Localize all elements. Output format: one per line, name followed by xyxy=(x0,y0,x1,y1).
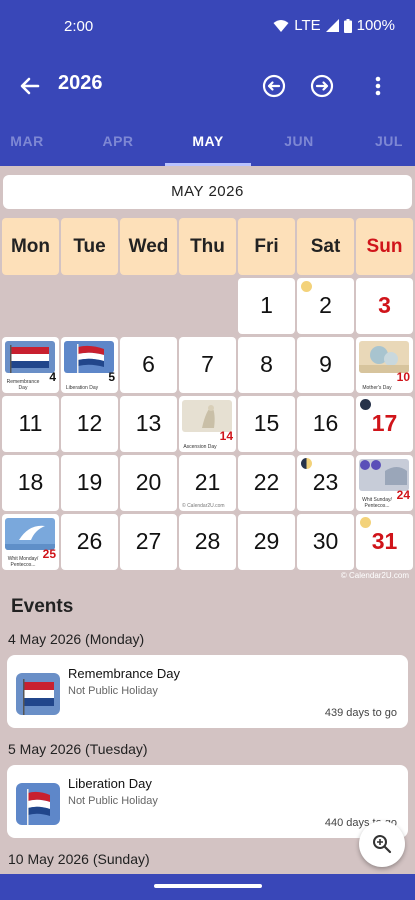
event-date-header: 4 May 2026 (Monday) xyxy=(8,631,145,647)
zoom-icon xyxy=(372,834,392,859)
weekday-header-thu: Thu xyxy=(179,218,236,275)
day-cell-12[interactable]: 12 xyxy=(61,396,118,452)
tab-may[interactable]: MAY xyxy=(163,116,253,166)
day-cell-20[interactable]: 20 xyxy=(120,455,177,511)
event-type: Not Public Holiday xyxy=(68,795,158,807)
day-cell-2[interactable]: 2 xyxy=(297,278,354,334)
previous-year-icon[interactable] xyxy=(260,72,288,100)
weekday-header-sun: Sun xyxy=(356,218,413,275)
day-cell-26[interactable]: 26 xyxy=(61,514,118,570)
day-cell-1[interactable]: 1 xyxy=(238,278,295,334)
event-date-header: 10 May 2026 (Sunday) xyxy=(8,851,150,867)
day-cell-17[interactable]: 17 xyxy=(356,396,413,452)
day-cell-28[interactable]: 28 xyxy=(179,514,236,570)
status-bar: 2:00 LTE 100% xyxy=(0,0,415,56)
event-card-liberation-day[interactable]: Liberation Day Not Public Holiday 440 da… xyxy=(7,765,408,838)
day-cell-27[interactable]: 27 xyxy=(120,514,177,570)
day-cell-7[interactable]: 7 xyxy=(179,337,236,393)
weekday-header-sat: Sat xyxy=(297,218,354,275)
day-cell-14[interactable]: Ascension Day 14 xyxy=(179,396,236,452)
day-cell-11[interactable]: 11 xyxy=(2,396,59,452)
flag-image xyxy=(5,341,55,373)
mothers-day-image xyxy=(359,341,409,373)
day-cell-18[interactable]: 18 xyxy=(2,455,59,511)
status-network: LTE xyxy=(294,17,321,34)
tab-jul[interactable]: JUL xyxy=(344,116,415,166)
wifi-icon xyxy=(273,19,289,33)
battery-icon xyxy=(343,18,352,33)
app-bar: 2026 xyxy=(0,56,415,116)
page-title: 2026 xyxy=(58,72,103,94)
event-type: Not Public Holiday xyxy=(68,685,158,697)
day-cell-24[interactable]: Whit Sunday/ Pentecos... 24 xyxy=(356,455,413,511)
day-cell-15[interactable]: 15 xyxy=(238,396,295,452)
event-name: Remembrance Day xyxy=(68,666,180,681)
system-navigation-bar xyxy=(0,874,415,900)
next-year-icon[interactable] xyxy=(308,72,336,100)
flag-image xyxy=(16,783,60,825)
day-cell-9[interactable]: 9 xyxy=(297,337,354,393)
day-cell-16[interactable]: 16 xyxy=(297,396,354,452)
day-cell-8[interactable]: 8 xyxy=(238,337,295,393)
flag-image xyxy=(64,341,114,373)
day-cell-23[interactable]: 23 xyxy=(297,455,354,511)
signal-icon xyxy=(325,19,339,32)
day-cell-6[interactable]: 6 xyxy=(120,337,177,393)
events-heading: Events xyxy=(11,596,74,617)
overflow-menu-icon[interactable] xyxy=(364,72,392,100)
day-cell-30[interactable]: 30 xyxy=(297,514,354,570)
month-tabs: MAR APR MAY JUN JUL xyxy=(0,116,415,166)
day-cell-19[interactable]: 19 xyxy=(61,455,118,511)
tab-apr[interactable]: APR xyxy=(73,116,163,166)
back-arrow-icon[interactable] xyxy=(14,70,46,102)
day-cell-3[interactable]: 3 xyxy=(356,278,413,334)
weekday-header-wed: Wed xyxy=(120,218,177,275)
month-label: MAY 2026 xyxy=(3,175,412,209)
day-cell-25[interactable]: Whit Monday/ Pentecos... 25 xyxy=(2,514,59,570)
day-cell-31[interactable]: 31 xyxy=(356,514,413,570)
pentecost-image xyxy=(359,459,409,491)
ascension-day-image xyxy=(182,400,232,432)
moon-phase-icon xyxy=(360,399,371,410)
day-cell-13[interactable]: 13 xyxy=(120,396,177,452)
zoom-button[interactable] xyxy=(359,821,405,867)
event-card-remembrance-day[interactable]: Remembrance Day Not Public Holiday 439 d… xyxy=(7,655,408,728)
day-cell-22[interactable]: 22 xyxy=(238,455,295,511)
status-time: 2:00 xyxy=(64,18,94,35)
flag-image xyxy=(16,673,60,715)
day-cell-21[interactable]: 21 © Calendar2U.com xyxy=(179,455,236,511)
moon-phase-icon xyxy=(301,281,312,292)
status-battery: 100% xyxy=(356,17,395,34)
calendar-credit: © Calendar2U.com xyxy=(340,571,409,580)
day-cell-4[interactable]: Remembrance Day 4 xyxy=(2,337,59,393)
day-cell-29[interactable]: 29 xyxy=(238,514,295,570)
event-date-header: 5 May 2026 (Tuesday) xyxy=(8,741,148,757)
whit-monday-image xyxy=(5,518,55,550)
weekday-header-tue: Tue xyxy=(61,218,118,275)
weekday-header-mon: Mon xyxy=(2,218,59,275)
event-name: Liberation Day xyxy=(68,776,152,791)
home-gesture-handle[interactable] xyxy=(154,884,262,888)
weekday-header-fri: Fri xyxy=(238,218,295,275)
tab-jun[interactable]: JUN xyxy=(254,116,344,166)
tab-mar[interactable]: MAR xyxy=(0,116,72,166)
moon-phase-icon xyxy=(360,517,371,528)
event-countdown: 439 days to go xyxy=(324,707,397,719)
day-cell-5[interactable]: Liberation Day 5 xyxy=(61,337,118,393)
cell-watermark: © Calendar2U.com xyxy=(182,503,225,509)
moon-phase-icon xyxy=(301,458,312,469)
day-cell-10[interactable]: Mother's Day 10 xyxy=(356,337,413,393)
